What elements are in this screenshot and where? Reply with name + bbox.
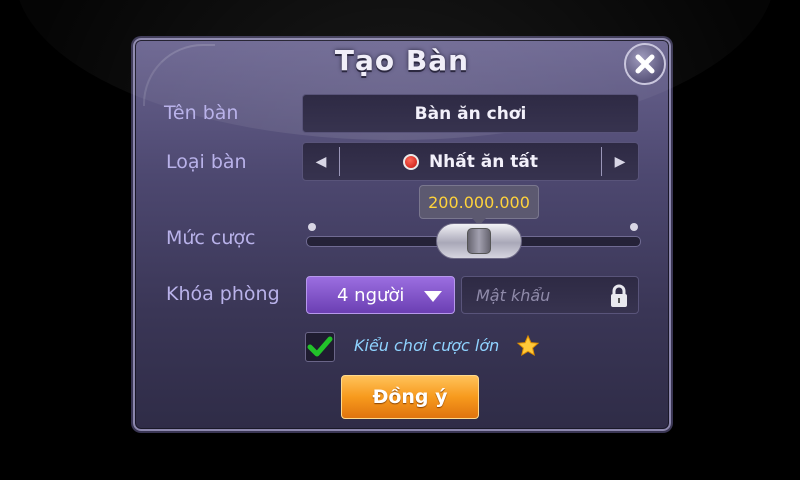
- close-x-icon: [635, 54, 655, 74]
- high-bet-checkbox[interactable]: [305, 332, 335, 362]
- players-dropdown[interactable]: 4 người: [306, 276, 455, 314]
- table-type-display: Nhất ăn tất: [340, 143, 601, 180]
- prev-type-button[interactable]: ◀: [303, 143, 339, 180]
- confirm-label: Đồng ý: [372, 386, 448, 408]
- lock-icon: [611, 284, 627, 307]
- bet-label: Mức cược: [166, 227, 256, 249]
- star-icon: [516, 334, 540, 357]
- grip-icon: [467, 228, 491, 254]
- confirm-button[interactable]: Đồng ý: [341, 375, 479, 419]
- table-type-selector: ◀ Nhất ăn tất ▶: [302, 142, 639, 181]
- password-field: [461, 276, 639, 314]
- dialog-title: Tạo Bàn: [334, 44, 470, 77]
- bet-slider-handle[interactable]: [436, 223, 522, 259]
- table-name-field[interactable]: Bàn ăn chơi: [302, 94, 639, 133]
- next-type-button[interactable]: ▶: [602, 143, 638, 180]
- table-name-label: Tên bàn: [164, 102, 239, 124]
- slider-max-marker: [630, 223, 638, 231]
- table-name-value: Bàn ăn chơi: [414, 103, 527, 124]
- password-input[interactable]: [462, 277, 602, 313]
- red-dot-icon: [402, 153, 419, 170]
- create-table-dialog: Tạo Bàn Tên bàn Bàn ăn chơi Loại bàn ◀ N…: [15, 0, 775, 431]
- arrow-left-icon: ◀: [315, 153, 327, 170]
- high-bet-label: Kiểu chơi cược lớn: [354, 336, 500, 355]
- close-button[interactable]: [624, 43, 666, 85]
- caret-down-icon: [424, 291, 442, 302]
- bet-value-tooltip: 200.000.000: [419, 185, 539, 226]
- bet-value: 200.000.000: [428, 192, 530, 212]
- arrow-right-icon: ▶: [614, 153, 626, 170]
- slider-min-marker: [308, 223, 316, 231]
- checkmark-icon: [307, 336, 333, 357]
- players-value: 4 người: [337, 284, 405, 306]
- table-type-value: Nhất ăn tất: [428, 151, 539, 172]
- lock-room-label: Khóa phòng: [166, 283, 280, 305]
- table-type-label: Loại bàn: [166, 151, 247, 173]
